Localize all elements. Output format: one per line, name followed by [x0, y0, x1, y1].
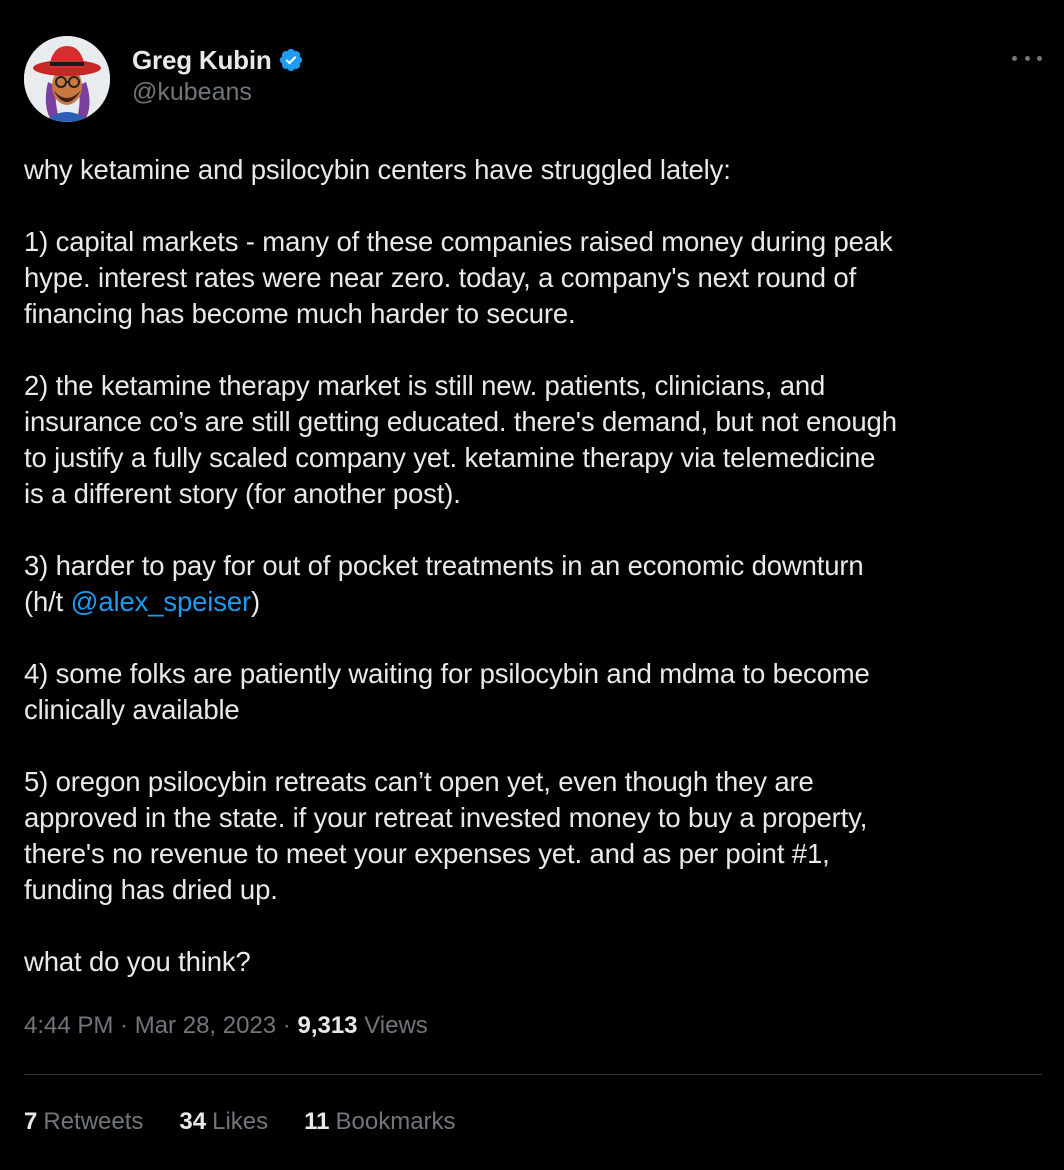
ht-suffix: ): [250, 586, 260, 617]
user-handle[interactable]: @kubeans: [132, 78, 304, 107]
verified-badge-icon: [279, 48, 302, 72]
author-info: Greg Kubin @kubeans: [132, 42, 304, 107]
text-line: insurance co’s are still getting educate…: [24, 406, 897, 437]
text-line: clinically available: [24, 694, 240, 725]
bookmarks-label: Bookmarks: [335, 1108, 456, 1135]
paragraph-question: what do you think?: [24, 944, 1044, 980]
avatar-illustration: [24, 36, 110, 122]
dot: [1037, 55, 1042, 61]
text-line: hype. interest rates were near zero. tod…: [24, 262, 857, 293]
paragraph-point-4: 4) some folks are patiently waiting for …: [24, 656, 1044, 728]
bookmarks-stat[interactable]: 11 Bookmarks: [304, 1104, 455, 1140]
tweet-card: Greg Kubin @kubeans why ketamine and psi…: [0, 0, 1064, 1170]
text-line: there's no revenue to meet your expenses…: [24, 838, 830, 869]
divider: [24, 1074, 1042, 1075]
text-line: to justify a fully scaled company yet. k…: [24, 442, 876, 473]
meta-separator: ·: [113, 1012, 135, 1039]
retweets-stat[interactable]: 7 Retweets: [24, 1104, 143, 1140]
text-line: 1) capital markets - many of these compa…: [24, 226, 893, 257]
retweets-label: Retweets: [43, 1108, 144, 1135]
engagement-stats: 7 Retweets 34 Likes 11 Bookmarks: [24, 1104, 492, 1140]
retweets-count: 7: [24, 1108, 38, 1135]
text-line: 2) the ketamine therapy market is still …: [24, 370, 826, 401]
meta-separator: ·: [276, 1012, 298, 1039]
likes-stat[interactable]: 34 Likes: [179, 1104, 268, 1140]
tweet-date[interactable]: Mar 28, 2023: [135, 1012, 276, 1039]
text-line: funding has dried up.: [24, 874, 278, 905]
text-line: 4) some folks are patiently waiting for …: [24, 658, 870, 689]
paragraph-intro: why ketamine and psilocybin centers have…: [24, 152, 1044, 188]
ht-prefix: (h/t: [24, 586, 71, 617]
tweet-time[interactable]: 4:44 PM: [24, 1012, 113, 1039]
paragraph-point-3: 3) harder to pay for out of pocket treat…: [24, 548, 1044, 620]
views-count: 9,313: [297, 1012, 358, 1039]
display-name[interactable]: Greg Kubin: [132, 45, 272, 76]
text-line: what do you think?: [24, 946, 251, 977]
tweet-text: why ketamine and psilocybin centers have…: [24, 152, 1044, 980]
text-line: 3) harder to pay for out of pocket treat…: [24, 550, 864, 581]
paragraph-point-2: 2) the ketamine therapy market is still …: [24, 368, 1044, 512]
avatar[interactable]: [24, 36, 110, 122]
likes-label: Likes: [212, 1108, 269, 1135]
text-line: 5) oregon psilocybin retreats can’t open…: [24, 766, 814, 797]
text-line: (h/t @alex_speiser): [24, 584, 1044, 620]
more-options-icon[interactable]: [1012, 48, 1042, 68]
mention-link[interactable]: @alex_speiser: [71, 586, 252, 617]
tweet-meta: 4:44 PM · Mar 28, 2023 · 9,313 Views: [24, 1008, 428, 1044]
text-line: financing has become much harder to secu…: [24, 298, 576, 329]
views-label: Views: [364, 1012, 428, 1039]
text-line: why ketamine and psilocybin centers have…: [24, 154, 731, 185]
likes-count: 34: [179, 1108, 207, 1135]
paragraph-point-5: 5) oregon psilocybin retreats can’t open…: [24, 764, 1044, 908]
bookmarks-count: 11: [304, 1108, 330, 1135]
text-line: approved in the state. if your retreat i…: [24, 802, 868, 833]
name-row: Greg Kubin: [132, 42, 304, 78]
dot: [1024, 55, 1030, 61]
text-line: is a different story (for another post).: [24, 478, 461, 509]
paragraph-point-1: 1) capital markets - many of these compa…: [24, 224, 1044, 332]
dot: [1012, 55, 1017, 61]
